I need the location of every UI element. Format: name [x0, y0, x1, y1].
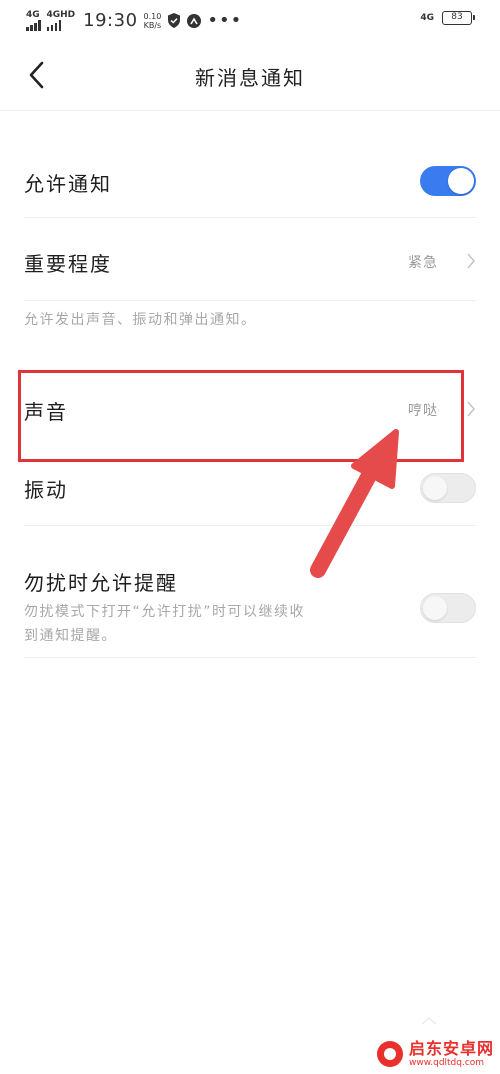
- dnd-description-line-2: 到通知提醒。: [24, 628, 117, 644]
- dnd-label: 勿扰时允许提醒: [24, 571, 178, 595]
- divider: [24, 657, 476, 658]
- importance-label: 重要程度: [24, 252, 112, 276]
- page-title: 新消息通知: [195, 66, 305, 90]
- network-type-1: 4G: [26, 9, 40, 20]
- watermark-text: 启东安卓网 www.qdltdq.com: [408, 1039, 494, 1069]
- network-type-right: 4G: [420, 13, 434, 23]
- watermark-logo-icon: [376, 1041, 403, 1067]
- divider: [24, 300, 476, 301]
- status-left: 4G 4GHD 19:30 0.10 KB/s •••: [26, 10, 242, 31]
- app-notification-icon: [187, 13, 202, 28]
- watermark-url: www.qdltdq.com: [408, 1058, 485, 1068]
- vibration-toggle[interactable]: [420, 473, 476, 503]
- battery-level: 83: [451, 12, 463, 22]
- more-notifications-icon: •••: [207, 9, 243, 31]
- chevron-right-icon: [467, 253, 476, 269]
- watermark-name: 启东安卓网: [408, 1039, 494, 1058]
- network-speed: 0.10 KB/s: [144, 12, 162, 30]
- status-right: 4G 83: [420, 11, 475, 25]
- shield-icon: [168, 13, 181, 28]
- sound-highlight-box: [18, 370, 464, 462]
- allow-notifications-label: 允许通知: [24, 172, 112, 196]
- toggle-knob: [423, 596, 447, 620]
- status-bar: 4G 4GHD 19:30 0.10 KB/s ••• 4G 83: [0, 0, 500, 40]
- dnd-description-line-1: 勿扰模式下打开“允许打扰”时可以继续收: [24, 604, 306, 620]
- clock: 19:30: [83, 10, 138, 31]
- importance-value: 紧急: [408, 255, 438, 271]
- signal-bars-icon: [46, 19, 61, 31]
- faint-chevron-up-icon: [421, 1017, 437, 1025]
- signal-bars-icon: [26, 19, 41, 31]
- allow-notifications-toggle[interactable]: [420, 166, 476, 196]
- toggle-knob: [423, 476, 447, 500]
- speed-unit: KB/s: [143, 20, 162, 30]
- notification-hint: 允许发出声音、振动和弹出通知。: [24, 312, 257, 328]
- divider: [24, 525, 476, 526]
- watermark: 启东安卓网 www.qdltdq.com: [376, 1039, 494, 1069]
- importance-row[interactable]: 重要程度 紧急: [24, 240, 476, 284]
- toggle-knob: [448, 168, 474, 194]
- signal-1: 4G: [26, 9, 41, 31]
- divider: [24, 217, 476, 218]
- vibration-label: 振动: [24, 478, 68, 502]
- dnd-toggle[interactable]: [420, 593, 476, 623]
- allow-notifications-row[interactable]: 允许通知: [24, 160, 476, 204]
- network-type-2: 4GHD: [46, 9, 76, 20]
- battery-icon: 83: [442, 11, 475, 25]
- vibration-row[interactable]: 振动: [24, 470, 476, 514]
- dnd-description: 勿扰模式下打开“允许打扰”时可以继续收 到通知提醒。: [24, 600, 305, 648]
- top-bar: 新消息通知: [0, 40, 500, 111]
- chevron-right-icon: [467, 401, 476, 417]
- speed-value: 0.10: [143, 11, 162, 21]
- signal-2: 4GHD: [46, 9, 76, 31]
